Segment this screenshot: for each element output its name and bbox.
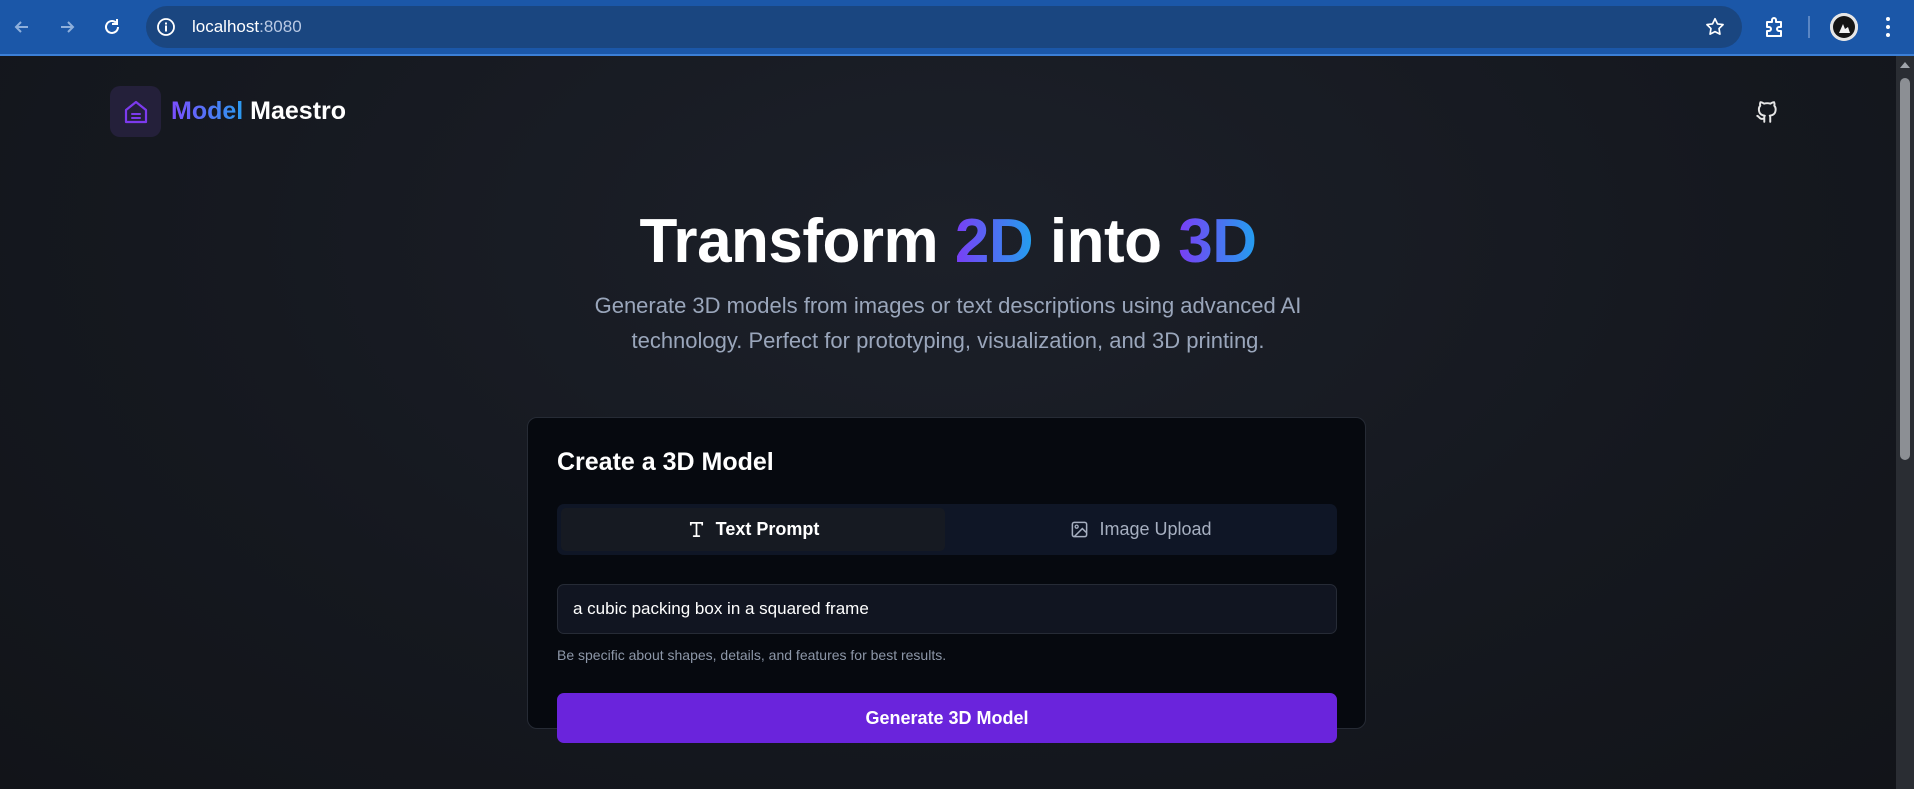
hero-title: Transform 2D into 3D (0, 206, 1896, 277)
profile-avatar[interactable] (1830, 13, 1858, 41)
github-icon[interactable] (1754, 98, 1780, 124)
brand-part1: Model (171, 97, 244, 125)
logo[interactable] (110, 86, 161, 137)
puzzle-icon[interactable] (1762, 14, 1788, 40)
home-icon (124, 100, 147, 123)
url-host: localhost (192, 17, 260, 36)
arrow-right-icon (61, 21, 75, 33)
hero-title-highlight-3d: 3D (1178, 207, 1257, 276)
url-text[interactable]: localhost:8080 (192, 17, 302, 37)
back-button[interactable] (8, 13, 36, 41)
toolbar-divider (1808, 16, 1810, 38)
prompt-hint: Be specific about shapes, details, and f… (557, 647, 947, 663)
scroll-thumb[interactable] (1900, 78, 1910, 460)
reload-button[interactable] (98, 13, 126, 41)
star-icon[interactable] (1704, 16, 1726, 38)
prompt-input[interactable] (557, 584, 1337, 634)
page-scrollbar[interactable] (1896, 56, 1914, 789)
create-model-card: Create a 3D Model Text Prompt Image Uplo… (527, 417, 1366, 743)
browser-toolbar: localhost:8080 (0, 0, 1914, 56)
kebab-menu-icon[interactable] (1876, 13, 1900, 41)
forward-button[interactable] (53, 13, 81, 41)
tab-label: Text Prompt (715, 519, 820, 539)
hero-title-part2: into (1033, 207, 1179, 276)
brand-name[interactable]: Model Maestro (171, 97, 346, 126)
generate-button[interactable]: Generate 3D Model (557, 693, 1337, 743)
brand-part2: Maestro (243, 97, 347, 125)
tab-text-prompt[interactable]: Text Prompt (561, 508, 945, 551)
image-icon (1072, 521, 1088, 538)
avatar-icon (1830, 13, 1858, 41)
address-bar[interactable]: localhost:8080 (146, 6, 1742, 48)
url-port: :8080 (259, 17, 302, 36)
card-title: Create a 3D Model (557, 448, 774, 476)
tab-image-upload[interactable]: Image Upload (949, 508, 1333, 551)
hero-title-highlight-2d: 2D (954, 207, 1034, 276)
hero-title-part1: Transform (639, 207, 955, 276)
tab-label: Image Upload (1099, 519, 1212, 539)
page: Model Maestro Transform 2D into 3D Gener… (0, 56, 1896, 789)
hero-subtitle: Generate 3D models from images or text d… (594, 293, 1302, 353)
info-icon[interactable] (156, 17, 176, 37)
arrow-left-icon (14, 21, 28, 33)
scroll-up-arrow-icon[interactable] (1900, 62, 1910, 68)
input-mode-tabs: Text Prompt Image Upload (557, 504, 1337, 555)
text-icon (689, 521, 703, 538)
reload-icon (105, 19, 119, 34)
